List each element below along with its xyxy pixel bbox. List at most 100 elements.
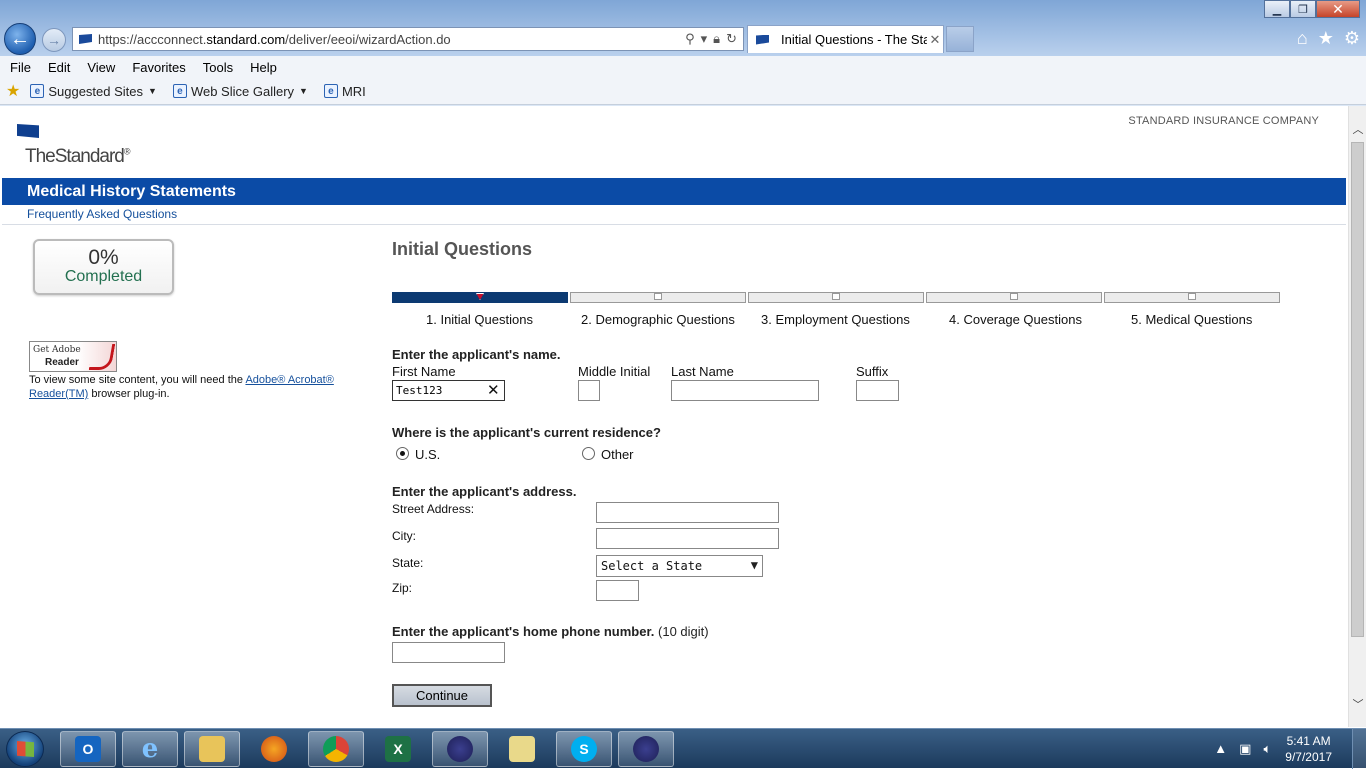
chevron-down-icon[interactable]: ▾ [701, 31, 708, 47]
home-phone-field[interactable] [392, 642, 505, 663]
header-bar: Medical History Statements [2, 178, 1346, 205]
scroll-up-icon[interactable]: ︿ [1349, 120, 1366, 138]
brand-logo[interactable]: TheStandard® [25, 146, 130, 168]
gear-icon[interactable]: ⚙ [1344, 28, 1360, 49]
favorites-star-icon[interactable]: ★ [1318, 28, 1334, 49]
network-icon[interactable]: ▣ [1239, 741, 1251, 757]
state-label: State: [392, 556, 424, 570]
residence-other-label[interactable]: Other [601, 447, 634, 462]
scrollbar-thumb[interactable] [1351, 142, 1364, 637]
continue-button[interactable]: Continue [392, 684, 492, 707]
suffix-field[interactable] [856, 380, 899, 401]
scroll-down-icon[interactable]: ﹀ [1349, 695, 1366, 713]
show-hidden-icons-icon[interactable]: ▲ [1214, 741, 1227, 757]
middle-initial-field[interactable] [578, 380, 600, 401]
menu-file[interactable]: File [10, 60, 40, 75]
faq-link[interactable]: Frequently Asked Questions [27, 207, 177, 221]
tab-favicon-icon [756, 34, 769, 45]
home-icon[interactable]: ⌂ [1297, 28, 1308, 49]
taskbar-skype[interactable]: S [556, 731, 612, 767]
url-text[interactable]: https://accconnect.standard.com/deliver/… [98, 32, 685, 47]
badge-get-text: Get Adobe [33, 345, 81, 355]
progress-percent: 0% [88, 246, 119, 269]
outlook-icon: O [75, 736, 101, 762]
fav-mri[interactable]: e MRI [323, 84, 366, 99]
taskbar-notes[interactable] [494, 731, 550, 767]
taskbar-eclipse[interactable] [432, 731, 488, 767]
favorites-star-icon[interactable]: ★ [6, 81, 20, 101]
adobe-notice: To view some site content, you will need… [29, 374, 334, 400]
residence-us-radio[interactable] [396, 447, 409, 460]
step-label-coverage: 4. Coverage Questions [949, 312, 1082, 327]
last-name-label: Last Name [671, 364, 734, 379]
residence-other-radio[interactable] [582, 447, 595, 460]
taskbar-eclipse-2[interactable] [618, 731, 674, 767]
step-marker-icon [1010, 293, 1018, 300]
menu-favorites[interactable]: Favorites [132, 60, 194, 75]
window-controls: ▁ ❐ ✕ [1264, 0, 1360, 18]
taskbar-excel[interactable]: X [370, 731, 426, 767]
residence-question: Where is the applicant's current residen… [392, 425, 661, 440]
favorites-bar: ★ e Suggested Sites ▼ e Web Slice Gallery ▼ … [0, 78, 1366, 105]
taskbar-outlook[interactable]: O [60, 731, 116, 767]
fav-web-slice-gallery[interactable]: e Web Slice Gallery ▼ [172, 84, 308, 99]
volume-icon[interactable]: 🔈︎ [1263, 741, 1271, 757]
vertical-scrollbar[interactable]: ︿ ﹀ [1348, 106, 1366, 727]
address-question: Enter the applicant's address. [392, 484, 577, 499]
street-address-label: Street Address: [392, 502, 475, 516]
street-address-field[interactable] [596, 502, 779, 523]
refresh-icon[interactable]: ↻ [726, 31, 737, 47]
windows-taskbar: O e X S ▲ ▣ 🔈︎ 5:41 AM 9/7/2017 [0, 728, 1366, 769]
search-icon[interactable]: ⚲ [685, 31, 695, 47]
step-marker-icon [832, 293, 840, 300]
state-select[interactable]: Select a State ▼ [596, 555, 763, 577]
forward-button[interactable]: → [42, 28, 66, 52]
restore-button[interactable]: ❐ [1290, 0, 1316, 18]
clock-date: 9/7/2017 [1285, 750, 1332, 764]
new-tab-button[interactable] [946, 26, 974, 52]
badge-reader-text: Reader [45, 357, 79, 368]
ie-page-icon: e [323, 84, 338, 98]
progress-indicator: 0% Completed [33, 239, 174, 295]
folder-icon [199, 736, 225, 762]
clear-input-icon[interactable]: ✕ [487, 381, 500, 399]
taskbar-file-explorer[interactable] [184, 731, 240, 767]
back-button[interactable]: ← [4, 23, 36, 55]
suffix-label: Suffix [856, 364, 889, 379]
wizard-progress-bar [392, 292, 1280, 303]
close-window-button[interactable]: ✕ [1316, 0, 1360, 18]
middle-initial-label: Middle Initial [578, 364, 651, 379]
notes-icon [509, 736, 535, 762]
step-label-medical: 5. Medical Questions [1131, 312, 1253, 327]
last-name-field[interactable] [671, 380, 819, 401]
fav-suggested-sites[interactable]: e Suggested Sites ▼ [30, 84, 157, 99]
minimize-button[interactable]: ▁ [1264, 0, 1290, 18]
zip-field[interactable] [596, 580, 639, 601]
lock-icon[interactable]: 🔒︎ [713, 31, 720, 47]
firefox-icon [261, 736, 287, 762]
residence-us-label[interactable]: U.S. [415, 447, 440, 462]
menu-view[interactable]: View [87, 60, 124, 75]
taskbar-firefox[interactable] [246, 731, 302, 767]
menu-tools[interactable]: Tools [203, 60, 242, 75]
system-clock[interactable]: 5:41 AM 9/7/2017 [1285, 733, 1332, 765]
city-label: City: [392, 529, 416, 543]
state-selected-value: Select a State [601, 559, 703, 573]
close-tab-icon[interactable]: ✕ [927, 32, 943, 48]
get-adobe-reader-badge[interactable]: Get Adobe Reader [29, 341, 117, 372]
excel-icon: X [385, 736, 411, 762]
city-field[interactable] [596, 528, 779, 549]
tab-initial-questions[interactable]: Initial Questions - The Stan... ✕ [747, 25, 944, 53]
address-bar[interactable]: https://accconnect.standard.com/deliver/… [72, 27, 744, 51]
taskbar-chrome[interactable] [308, 731, 364, 767]
menu-edit[interactable]: Edit [48, 60, 79, 75]
taskbar-internet-explorer[interactable]: e [122, 731, 178, 767]
phone-hint: (10 digit) [658, 624, 709, 639]
start-button[interactable] [6, 731, 44, 767]
menu-help[interactable]: Help [250, 60, 286, 75]
show-desktop-button[interactable] [1352, 729, 1366, 769]
browser-chrome: ▁ ❐ ✕ ← → https://accconnect.standard.co… [0, 0, 1366, 106]
step-marker-icon [1188, 293, 1196, 300]
phone-question: Enter the applicant's home phone number.… [392, 624, 709, 639]
skype-icon: S [571, 736, 597, 762]
